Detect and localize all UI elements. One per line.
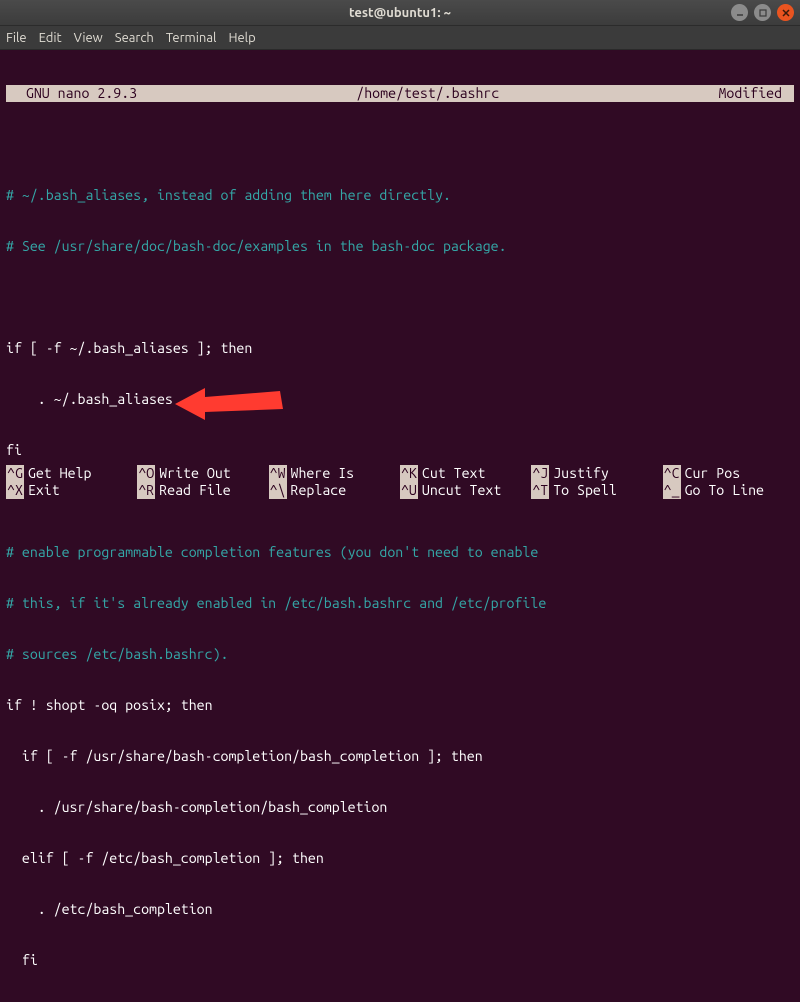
maximize-button[interactable] <box>754 4 771 21</box>
shortcut-where-is[interactable]: ^WWhere Is <box>269 465 400 482</box>
editor-line: if [ -f ~/.bash_aliases ]; then <box>6 340 794 357</box>
menu-terminal[interactable]: Terminal <box>166 31 217 45</box>
shortcut-row: ^GGet Help ^OWrite Out ^WWhere Is ^KCut … <box>6 465 794 482</box>
editor-line: . /usr/share/bash-completion/bash_comple… <box>6 799 794 816</box>
editor-line: # sources /etc/bash.bashrc). <box>6 646 794 663</box>
editor-line <box>6 289 794 306</box>
editor-line: # this, if it's already enabled in /etc/… <box>6 595 794 612</box>
editor-line: . ~/.bash_aliases <box>6 391 794 408</box>
minimize-button[interactable] <box>731 4 748 21</box>
nano-filepath: /home/test/.bashrc <box>141 85 714 102</box>
editor-line: fi <box>6 442 794 459</box>
shortcut-go-to-line[interactable]: ^_Go To Line <box>663 482 794 499</box>
window-titlebar: test@ubuntu1: ~ <box>0 0 800 26</box>
editor-line: fi <box>6 952 794 969</box>
editor-line: elif [ -f /etc/bash_completion ]; then <box>6 850 794 867</box>
window-controls <box>731 4 794 21</box>
menu-search[interactable]: Search <box>115 31 154 45</box>
nano-status: Modified <box>714 85 790 102</box>
window-title: test@ubuntu1: ~ <box>349 6 451 20</box>
menu-file[interactable]: File <box>6 31 27 45</box>
shortcut-uncut-text[interactable]: ^UUncut Text <box>400 482 531 499</box>
nano-version: GNU nano 2.9.3 <box>10 85 141 102</box>
terminal-area[interactable]: GNU nano 2.9.3 /home/test/.bashrc Modifi… <box>0 50 800 1002</box>
editor-line: if [ -f /usr/share/bash-completion/bash_… <box>6 748 794 765</box>
shortcut-to-spell[interactable]: ^TTo Spell <box>531 482 662 499</box>
menu-edit[interactable]: Edit <box>39 31 62 45</box>
editor-line <box>6 136 794 153</box>
shortcut-justify[interactable]: ^JJustify <box>531 465 662 482</box>
shortcut-exit[interactable]: ^XExit <box>6 482 137 499</box>
shortcut-get-help[interactable]: ^GGet Help <box>6 465 137 482</box>
shortcut-row: ^XExit ^RRead File ^\Replace ^UUncut Tex… <box>6 482 794 499</box>
editor-line: # See /usr/share/doc/bash-doc/examples i… <box>6 238 794 255</box>
shortcut-cut-text[interactable]: ^KCut Text <box>400 465 531 482</box>
nano-header: GNU nano 2.9.3 /home/test/.bashrc Modifi… <box>6 85 794 102</box>
shortcut-replace[interactable]: ^\Replace <box>269 482 400 499</box>
shortcut-read-file[interactable]: ^RRead File <box>137 482 268 499</box>
editor-line: # enable programmable completion feature… <box>6 544 794 561</box>
shortcut-cur-pos[interactable]: ^CCur Pos <box>663 465 794 482</box>
menubar: File Edit View Search Terminal Help <box>0 26 800 50</box>
editor-line: . /etc/bash_completion <box>6 901 794 918</box>
nano-shortcut-bar: ^GGet Help ^OWrite Out ^WWhere Is ^KCut … <box>0 465 800 501</box>
editor-line: if ! shopt -oq posix; then <box>6 697 794 714</box>
close-button[interactable] <box>777 4 794 21</box>
menu-help[interactable]: Help <box>228 31 255 45</box>
menu-view[interactable]: View <box>74 31 103 45</box>
shortcut-write-out[interactable]: ^OWrite Out <box>137 465 268 482</box>
editor-line: # ~/.bash_aliases, instead of adding the… <box>6 187 794 204</box>
